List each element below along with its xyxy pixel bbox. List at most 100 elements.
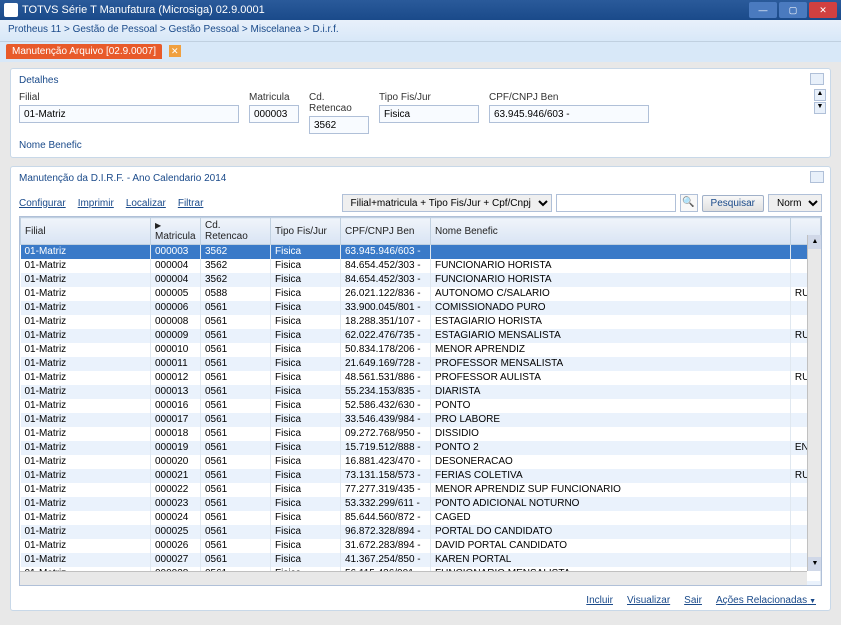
table-cell: 000010 bbox=[151, 343, 201, 357]
table-cell: 000017 bbox=[151, 413, 201, 427]
col-nomebenefic[interactable]: Nome Benefic bbox=[431, 218, 791, 245]
table-cell: KAREN PORTAL bbox=[431, 553, 791, 567]
table-row[interactable]: 01-Matriz0000110561Fisica21.649.169/728 … bbox=[21, 357, 821, 371]
minimize-button[interactable]: — bbox=[749, 2, 777, 18]
table-cell: 01-Matriz bbox=[21, 399, 151, 413]
table-cell: 000004 bbox=[151, 273, 201, 287]
table-row[interactable]: 01-Matriz0000120561Fisica48.561.531/886 … bbox=[21, 371, 821, 385]
table-cell: 01-Matriz bbox=[21, 427, 151, 441]
table-row[interactable]: 01-Matriz0000043562Fisica84.654.452/303 … bbox=[21, 273, 821, 287]
table-cell: 0561 bbox=[201, 497, 271, 511]
table-row[interactable]: 01-Matriz0000160561Fisica52.586.432/630 … bbox=[21, 399, 821, 413]
breadcrumb-item[interactable]: Protheus 11 bbox=[8, 24, 61, 35]
table-cell: 0561 bbox=[201, 399, 271, 413]
tipofisjur-input[interactable] bbox=[379, 105, 479, 123]
search-input[interactable] bbox=[556, 194, 676, 212]
table-cell: 96.872.328/894 - bbox=[341, 525, 431, 539]
table-row[interactable]: 01-Matriz0000060561Fisica33.900.045/801 … bbox=[21, 301, 821, 315]
cpfcnpj-input[interactable] bbox=[489, 105, 649, 123]
table-cell: 26.021.122/836 - bbox=[341, 287, 431, 301]
panel-collapse-button[interactable] bbox=[810, 73, 824, 85]
table-cell: 000027 bbox=[151, 553, 201, 567]
imprimir-link[interactable]: Imprimir bbox=[78, 198, 114, 209]
table-cell: 01-Matriz bbox=[21, 441, 151, 455]
panel-collapse-button[interactable] bbox=[810, 171, 824, 183]
table-cell: Fisica bbox=[271, 385, 341, 399]
col-tipofisjur[interactable]: Tipo Fis/Jur bbox=[271, 218, 341, 245]
table-row[interactable]: 01-Matriz0000190561Fisica15.719.512/888 … bbox=[21, 441, 821, 455]
table-row[interactable]: 01-Matriz0000130561Fisica55.234.153/835 … bbox=[21, 385, 821, 399]
table-row[interactable]: 01-Matriz0000210561Fisica73.131.158/573 … bbox=[21, 469, 821, 483]
table-row[interactable]: 01-Matriz0000080561Fisica18.288.351/107 … bbox=[21, 315, 821, 329]
table-cell: DAVID PORTAL CANDIDATO bbox=[431, 539, 791, 553]
scroll-down-icon[interactable]: ▼ bbox=[808, 557, 822, 571]
horizontal-scrollbar[interactable] bbox=[20, 571, 807, 585]
table-cell: Fisica bbox=[271, 483, 341, 497]
close-button[interactable]: ✕ bbox=[809, 2, 837, 18]
tab-manutencao[interactable]: Manutenção Arquivo [02.9.0007] bbox=[6, 44, 162, 59]
incluir-link[interactable]: Incluir bbox=[586, 595, 613, 606]
maximize-button[interactable]: ▢ bbox=[779, 2, 807, 18]
table-cell: 01-Matriz bbox=[21, 273, 151, 287]
cdretencao-input[interactable] bbox=[309, 116, 369, 134]
col-cdretencao[interactable]: Cd. Retencao bbox=[201, 218, 271, 245]
table-row[interactable]: 01-Matriz0000050588Fisica26.021.122/836 … bbox=[21, 287, 821, 301]
vertical-scrollbar[interactable]: ▲ ▼ bbox=[807, 235, 821, 571]
scroll-up-icon[interactable]: ▲ bbox=[808, 235, 822, 249]
table-cell: 01-Matriz bbox=[21, 497, 151, 511]
filter-select[interactable]: Filial+matricula + Tipo Fis/Jur + Cpf/Cn… bbox=[342, 194, 552, 212]
table-cell: 01-Matriz bbox=[21, 413, 151, 427]
table-cell: Fisica bbox=[271, 469, 341, 483]
localizar-link[interactable]: Localizar bbox=[126, 198, 166, 209]
table-cell: 000026 bbox=[151, 539, 201, 553]
view-mode-select[interactable]: Normal bbox=[768, 194, 822, 212]
filtrar-link[interactable]: Filtrar bbox=[178, 198, 204, 209]
table-cell: Fisica bbox=[271, 441, 341, 455]
table-cell: 18.288.351/107 - bbox=[341, 315, 431, 329]
table-cell: PONTO ADICIONAL NOTURNO bbox=[431, 497, 791, 511]
table-cell: Fisica bbox=[271, 539, 341, 553]
scroll-up-button[interactable]: ▲ bbox=[814, 89, 826, 101]
table-row[interactable]: 01-Matriz0000240561Fisica85.644.560/872 … bbox=[21, 511, 821, 525]
table-cell: Fisica bbox=[271, 455, 341, 469]
table-cell: 3562 bbox=[201, 259, 271, 273]
col-matricula[interactable]: ▶ Matricula bbox=[151, 218, 201, 245]
table-cell: 0561 bbox=[201, 329, 271, 343]
table-row[interactable]: 01-Matriz0000200561Fisica16.881.423/470 … bbox=[21, 455, 821, 469]
acoes-relacionadas-link[interactable]: Ações Relacionadas bbox=[716, 595, 816, 606]
table-cell: 01-Matriz bbox=[21, 245, 151, 259]
breadcrumb-item[interactable]: D.i.r.f. bbox=[313, 24, 339, 35]
matricula-input[interactable] bbox=[249, 105, 299, 123]
col-cpfcnpj[interactable]: CPF/CNPJ Ben bbox=[341, 218, 431, 245]
breadcrumb-item[interactable]: Miscelanea bbox=[251, 24, 302, 35]
filial-input[interactable] bbox=[19, 105, 239, 123]
detalhes-title: Detalhes bbox=[19, 73, 822, 92]
table-row[interactable]: 01-Matriz0000220561Fisica77.277.319/435 … bbox=[21, 483, 821, 497]
table-cell: PROFESSOR MENSALISTA bbox=[431, 357, 791, 371]
table-row[interactable]: 01-Matriz0000043562Fisica84.654.452/303 … bbox=[21, 259, 821, 273]
pesquisar-button[interactable]: Pesquisar bbox=[702, 195, 764, 212]
sair-link[interactable]: Sair bbox=[684, 595, 702, 606]
table-row[interactable]: 01-Matriz0000170561Fisica33.546.439/984 … bbox=[21, 413, 821, 427]
visualizar-link[interactable]: Visualizar bbox=[627, 595, 670, 606]
scroll-down-button[interactable]: ▼ bbox=[814, 102, 826, 114]
table-row[interactable]: 01-Matriz0000180561Fisica09.272.768/950 … bbox=[21, 427, 821, 441]
col-filial[interactable]: Filial bbox=[21, 218, 151, 245]
table-row[interactable]: 01-Matriz0000260561Fisica31.672.283/894 … bbox=[21, 539, 821, 553]
configurar-link[interactable]: Configurar bbox=[19, 198, 66, 209]
search-icon[interactable]: 🔍 bbox=[680, 194, 698, 212]
table-cell: 84.654.452/303 - bbox=[341, 273, 431, 287]
breadcrumb-item[interactable]: Gestão de Pessoal bbox=[73, 24, 158, 35]
table-row[interactable]: 01-Matriz0000270561Fisica41.367.254/850 … bbox=[21, 553, 821, 567]
breadcrumb-item[interactable]: Gestão Pessoal bbox=[169, 24, 240, 35]
table-cell: 73.131.158/573 - bbox=[341, 469, 431, 483]
table-row[interactable]: 01-Matriz0000250561Fisica96.872.328/894 … bbox=[21, 525, 821, 539]
table-row[interactable]: 01-Matriz0000100561Fisica50.834.178/206 … bbox=[21, 343, 821, 357]
table-cell: 0561 bbox=[201, 539, 271, 553]
table-cell: FUNCIONARIO HORISTA bbox=[431, 273, 791, 287]
table-row[interactable]: 01-Matriz0000033562Fisica63.945.946/603 … bbox=[21, 245, 821, 259]
table-row[interactable]: 01-Matriz0000090561Fisica62.022.476/735 … bbox=[21, 329, 821, 343]
tab-close-button[interactable]: ✕ bbox=[169, 45, 181, 57]
table-cell: 84.654.452/303 - bbox=[341, 259, 431, 273]
table-row[interactable]: 01-Matriz0000230561Fisica53.332.299/611 … bbox=[21, 497, 821, 511]
